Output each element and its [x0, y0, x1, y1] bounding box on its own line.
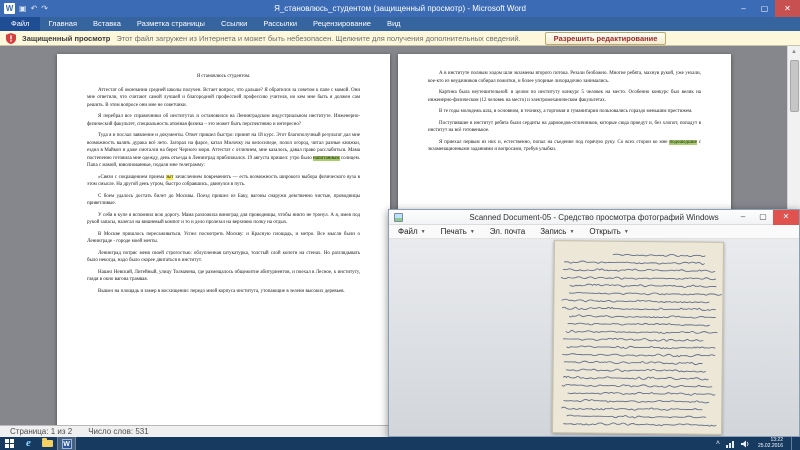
- protected-view-label: Защищенный просмотр: [22, 33, 111, 43]
- scanned-handwriting-image: [551, 240, 725, 435]
- paragraph: Картина была неутешительной: в целом по …: [428, 90, 701, 103]
- paragraph: У себя в купе я вспомнил всю дорогу. Мам…: [87, 212, 360, 226]
- system-tray: ˄ 13:22 25.02.2016: [716, 437, 800, 450]
- undo-icon[interactable]: ↶: [31, 4, 38, 14]
- viewer-menu-bar: Файл ▼ Печать ▼ Эл. почта Запись ▼ Открыть ▼: [389, 225, 799, 239]
- ribbon-tab-Вид[interactable]: Вид: [379, 17, 409, 31]
- save-icon[interactable]: ▣: [19, 4, 27, 14]
- ribbon-tab-Рецензирование[interactable]: Рецензирование: [305, 17, 379, 31]
- viewer-menu-Печать[interactable]: Печать ▼: [441, 227, 475, 236]
- ribbon-tab-Рассылки[interactable]: Рассылки: [255, 17, 305, 31]
- paragraph: Я приехал первым из них и, естественно, …: [428, 139, 701, 152]
- volume-icon[interactable]: [740, 440, 750, 448]
- viewer-menu-Открыть[interactable]: Открыть ▼: [589, 227, 628, 236]
- redo-icon[interactable]: ↷: [41, 4, 48, 14]
- maximize-icon[interactable]: ▢: [753, 210, 773, 225]
- viewer-menu-Запись[interactable]: Запись ▼: [540, 227, 574, 236]
- paragraph: Я перебрал все справочники об институтах…: [87, 114, 360, 127]
- paragraph: Аттестат об окончании средней школы полу…: [87, 87, 360, 108]
- start-button[interactable]: [0, 437, 19, 450]
- chevron-down-icon: ▼: [623, 228, 629, 235]
- protected-view-bar: Защищенный просмотр Этот файл загружен и…: [0, 31, 800, 46]
- paragraph: Вышел на площадь и замер в восхищении: п…: [98, 288, 345, 294]
- maximize-icon[interactable]: ▢: [754, 0, 775, 17]
- word-count[interactable]: Число слов: 531: [88, 426, 148, 438]
- minimize-icon[interactable]: –: [733, 0, 754, 17]
- viewer-menu-Эл. почта[interactable]: Эл. почта: [490, 227, 525, 236]
- page-indicator[interactable]: Страница: 1 из 2: [10, 426, 72, 438]
- close-icon[interactable]: ✕: [773, 209, 799, 225]
- taskbar-internet-explorer[interactable]: e: [19, 437, 38, 450]
- word-title-bar: W ▣ ↶ ↷ Я_становлюсь_студентом (защищенн…: [0, 0, 800, 17]
- internet-explorer-icon: e: [26, 437, 31, 449]
- scrollbar-thumb[interactable]: [790, 60, 799, 112]
- viewer-title-bar: Scanned Document-05 - Средство просмотра…: [389, 209, 799, 225]
- hidden-icons-chevron-icon[interactable]: ˄: [716, 440, 720, 448]
- quick-access-toolbar: W ▣ ↶ ↷: [0, 3, 48, 14]
- word-window-controls: – ▢ ✕: [733, 0, 800, 17]
- folder-icon: [42, 438, 53, 447]
- ribbon-tab-Разметка страницы[interactable]: Разметка страницы: [129, 17, 213, 31]
- show-desktop-strip[interactable]: [791, 437, 796, 450]
- enable-editing-button[interactable]: Разрешить редактирование: [544, 31, 667, 45]
- paragraph: С боем удалось достать билет до Москвы. …: [87, 193, 360, 207]
- ribbon-tab-row: Файл Главная Вставка Разметка страницы Ссылк…: [0, 17, 800, 31]
- taskbar-file-explorer[interactable]: [38, 437, 57, 450]
- ribbon-tab-Файл[interactable]: Файл: [0, 17, 41, 31]
- close-icon[interactable]: ✕: [775, 0, 800, 17]
- minimize-icon[interactable]: –: [733, 210, 753, 225]
- paragraph: В Москве пришлось пересаживаться. Успел …: [87, 231, 360, 245]
- paragraph: «Связи с сокращением приема зыт зачислен…: [87, 174, 360, 187]
- viewer-menu-Файл[interactable]: Файл ▼: [398, 227, 426, 236]
- viewer-content: [389, 239, 799, 436]
- paragraph: А в институте полным ходом шли экзамены …: [428, 71, 701, 84]
- ribbon-tab-Вставка[interactable]: Вставка: [85, 17, 129, 31]
- paragraph: Туда я и послал заявление и документы. О…: [87, 133, 360, 168]
- network-icon[interactable]: [725, 440, 735, 448]
- paragraph: Нашел Невский, Литейный, улицу Толмачева…: [87, 269, 360, 283]
- window-title: Я_становлюсь_студентом (защищенный просм…: [274, 4, 526, 13]
- paragraph: В те годы молодежь шла, в основном, в те…: [439, 109, 693, 114]
- clock-date: 25.02.2016: [757, 442, 783, 449]
- scroll-up-icon[interactable]: ▲: [788, 46, 800, 58]
- taskbar-clock[interactable]: 13:22 25.02.2016: [756, 437, 785, 450]
- taskbar: e W ˄ 13:22 25.02.2016: [0, 437, 800, 450]
- windows-logo-icon: [5, 439, 14, 448]
- chevron-down-icon: ▼: [420, 228, 426, 235]
- viewer-window-controls: – ▢ ✕: [733, 209, 799, 225]
- ribbon-tab-Главная[interactable]: Главная: [40, 17, 85, 31]
- word-icon: W: [61, 438, 72, 449]
- document-page-1: Я становлюсь студентом. Аттестат об оконч…: [57, 54, 390, 425]
- paragraph: Поступившие в институт ребята были серди…: [428, 120, 701, 134]
- ribbon-tab-Ссылки[interactable]: Ссылки: [213, 17, 255, 31]
- chevron-down-icon: ▼: [569, 228, 575, 235]
- paragraph: Ленинград потряс меня своей строгостью: …: [87, 250, 360, 264]
- photo-viewer-app-icon: [394, 212, 403, 222]
- taskbar-word-active[interactable]: W: [57, 437, 76, 450]
- chevron-down-icon: ▼: [469, 228, 475, 235]
- paragraph: Я становлюсь студентом.: [196, 74, 251, 79]
- word-app-icon[interactable]: W: [4, 3, 15, 14]
- protected-view-text: Этот файл загружен из Интернета и может …: [116, 33, 521, 43]
- photo-viewer-window: Scanned Document-05 - Средство просмотра…: [388, 209, 800, 437]
- shield-icon: [6, 32, 16, 44]
